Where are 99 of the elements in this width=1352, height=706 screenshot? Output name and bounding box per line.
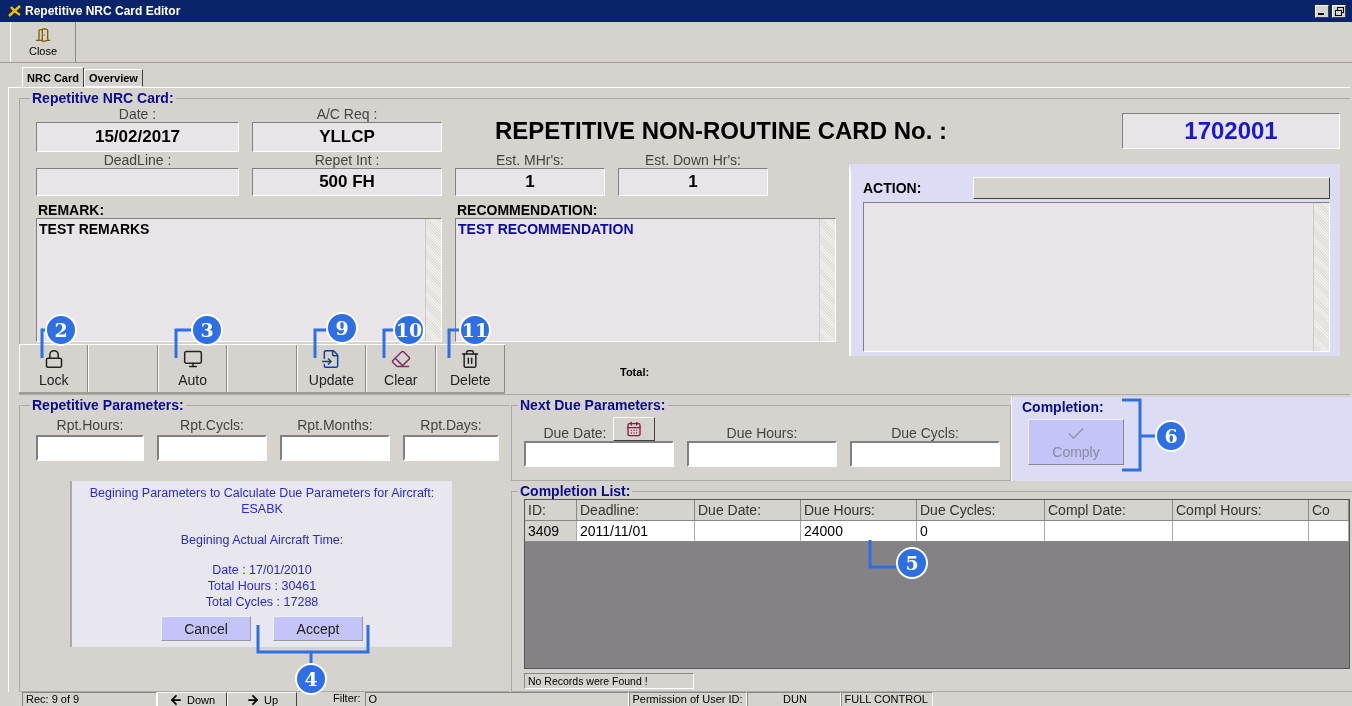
card-number-field: 1702001 — [1122, 113, 1340, 149]
detail-text: Total Cycles : 17288 — [205, 594, 319, 610]
calendar-button[interactable] — [612, 417, 655, 441]
detail-text: Date : 17/01/2010 — [212, 562, 312, 578]
computer-icon — [182, 349, 203, 369]
table-cell: 2011/11/01 — [577, 521, 695, 542]
table-cell — [1309, 521, 1349, 542]
delete-button[interactable]: Delete — [435, 345, 505, 392]
field-label: A/C Req : — [315, 106, 379, 122]
input-field[interactable] — [157, 435, 267, 461]
column-header[interactable]: Compl Hours: — [1173, 500, 1309, 521]
input-field[interactable] — [850, 441, 1000, 467]
input-field[interactable] — [524, 441, 674, 467]
restore-button[interactable] — [1332, 4, 1346, 18]
group-title: Repetitive Parameters: — [31, 397, 185, 413]
table-cell: 24000 — [801, 521, 917, 542]
bracket-line — [40, 328, 48, 360]
detail-text: Total Hours : 30461 — [207, 578, 317, 594]
eraser-icon — [390, 349, 411, 369]
auto-button[interactable]: Auto — [157, 345, 228, 392]
field-label: Due Cycls: — [891, 425, 959, 441]
field-label: Est. Down Hr's: — [644, 152, 742, 168]
column-header[interactable]: Deadline: — [577, 500, 695, 521]
permission-level: FULL CONTROL — [840, 692, 933, 706]
close-button[interactable]: Close — [10, 22, 76, 62]
scrollbar[interactable] — [425, 219, 441, 341]
value-field[interactable]: 1 — [618, 168, 768, 196]
input-field[interactable] — [36, 435, 144, 461]
panel-subheading: Begining Actual Aircraft Time: — [180, 532, 344, 548]
field-label: Rpt.Cycls: — [179, 417, 245, 433]
filter-label: Filter: — [333, 692, 362, 706]
column-header[interactable]: Due Hours: — [801, 500, 917, 521]
down-button[interactable]: Down — [157, 692, 227, 706]
calendar-icon — [625, 421, 642, 437]
total-label: Total: — [620, 366, 650, 380]
column-header[interactable]: Co — [1309, 500, 1349, 521]
tab[interactable]: NRC Card — [22, 67, 84, 87]
list-status: No Records were Found ! — [524, 673, 694, 689]
input-field[interactable] — [280, 435, 390, 461]
column-header[interactable]: ID: — [525, 500, 577, 521]
field-label: DeadLine : — [102, 152, 173, 168]
up-button[interactable]: Up — [227, 692, 297, 706]
user-id: DUN — [746, 692, 841, 706]
column-header[interactable]: Due Date: — [695, 500, 801, 521]
dialog-button[interactable]: Cancel — [161, 616, 251, 641]
remark-label: REMARK: — [37, 202, 106, 218]
record-counter: Rec: 9 of 9 — [22, 692, 157, 706]
value-field[interactable]: YLLCP — [252, 122, 442, 152]
input-field[interactable] — [403, 435, 499, 461]
dialog-button[interactable]: Accept — [273, 616, 363, 641]
table-cell: 0 — [917, 521, 1045, 542]
update-button[interactable]: Update — [296, 345, 367, 392]
field-label: Due Date: — [543, 425, 607, 441]
field-label: Rpt.Hours: — [55, 417, 125, 433]
input-field[interactable] — [687, 441, 837, 467]
group-title: Completion List: — [519, 483, 632, 499]
scrollbar[interactable] — [1313, 203, 1329, 351]
bracket-line — [868, 538, 898, 569]
clear-button[interactable]: Clear — [366, 345, 436, 392]
tab[interactable]: Overview — [83, 69, 143, 87]
arrow-left-icon — [168, 692, 183, 706]
field-label: Rpt.Days: — [419, 417, 483, 433]
field-label: Date : — [117, 106, 158, 122]
value-field[interactable]: 15/02/2017 — [36, 122, 239, 152]
minimize-button[interactable] — [1315, 4, 1329, 18]
action-label: ACTION: — [863, 180, 923, 196]
value-field[interactable] — [36, 168, 239, 196]
group-title: Completion: — [1022, 399, 1105, 415]
lock-icon — [43, 349, 64, 369]
filter-field[interactable]: O — [364, 692, 629, 706]
panel-heading: Begining Parameters to Calculate Due Parameters for Aircraft: — [89, 485, 435, 501]
group-title: Next Due Parameters: — [519, 397, 667, 413]
bracket-line — [174, 328, 194, 360]
callout-badge: 4 — [295, 663, 327, 695]
recommendation-label: RECOMMENDATION: — [456, 202, 599, 218]
bracket-line — [447, 328, 461, 360]
table-cell: 3409 — [525, 521, 577, 542]
permission-label: Permission of User ID: — [628, 692, 747, 706]
action-field[interactable] — [863, 202, 1330, 352]
bracket-line — [382, 328, 395, 360]
card-heading: REPETITIVE NON-ROUTINE CARD No. : — [495, 117, 947, 145]
field-label: Due Hours: — [726, 425, 798, 441]
window-title: Repetitive NRC Card Editor — [25, 4, 182, 18]
door-icon — [35, 27, 51, 43]
field-label: Est. MHr's: — [495, 152, 565, 168]
value-field[interactable]: 500 FH — [252, 168, 442, 196]
restore-icon — [1334, 6, 1344, 16]
field-label: Repet Int : — [313, 152, 381, 168]
value-field[interactable]: 1 — [455, 168, 605, 196]
app-icon — [8, 4, 22, 18]
trash-icon — [460, 349, 481, 369]
field-label: Rpt.Months: — [296, 417, 374, 433]
group-title: Repetitive NRC Card: — [31, 90, 175, 106]
aircraft-text: ESABK — [241, 501, 283, 517]
column-header[interactable]: Due Cycles: — [917, 500, 1045, 521]
lock-button[interactable]: Lock — [19, 345, 89, 392]
bracket-line — [313, 328, 328, 360]
scrollbar[interactable] — [819, 219, 835, 341]
column-header[interactable]: Compl Date: — [1045, 500, 1173, 521]
